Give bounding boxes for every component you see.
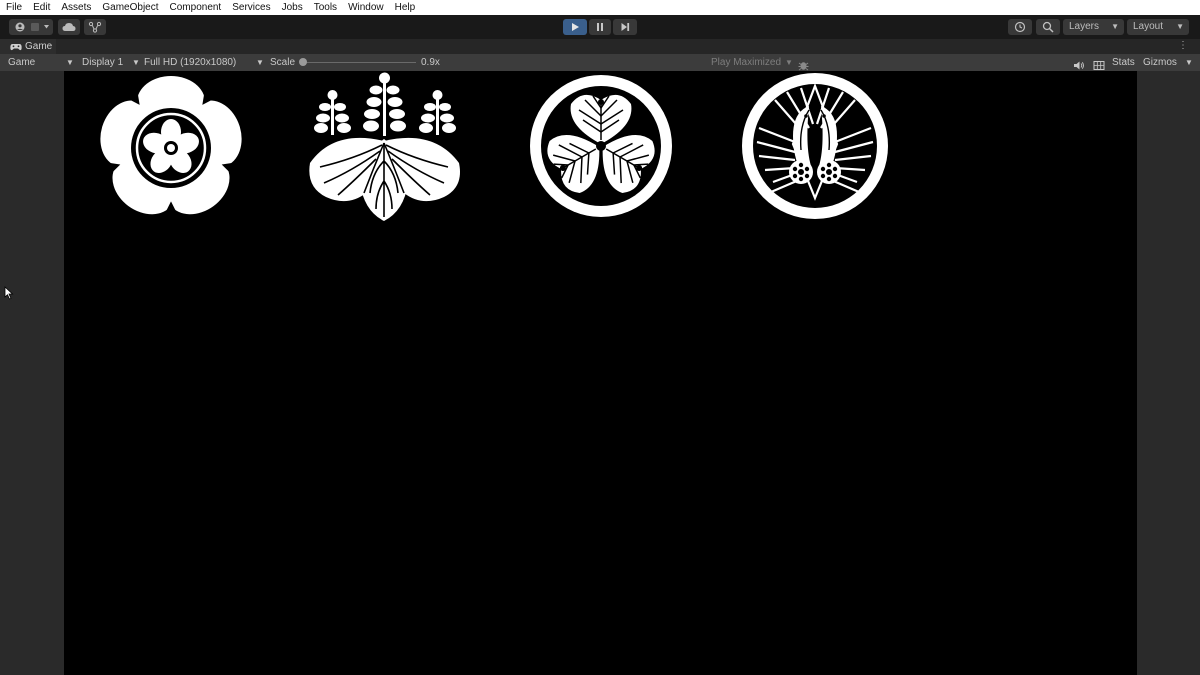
account-dropdown[interactable] bbox=[9, 19, 53, 35]
display-dropdown[interactable]: Display 1 ▼ bbox=[82, 54, 140, 71]
play-button[interactable] bbox=[563, 19, 587, 35]
menu-edit[interactable]: Edit bbox=[33, 0, 50, 15]
cloud-icon bbox=[62, 23, 76, 31]
viewport-right-margin bbox=[1137, 71, 1200, 675]
menu-gameobject[interactable]: GameObject bbox=[102, 0, 158, 15]
oda-mokko-crest bbox=[99, 76, 243, 221]
game-viewport[interactable] bbox=[64, 71, 1137, 675]
tokugawa-aoi-crest bbox=[530, 75, 672, 217]
account-icon bbox=[15, 22, 49, 32]
tab-game-label: Game bbox=[25, 41, 53, 52]
menu-file[interactable]: File bbox=[6, 0, 22, 15]
chevron-down-icon: ▼ bbox=[132, 58, 140, 67]
view-mode-dropdown[interactable]: Game ▼ bbox=[8, 54, 74, 71]
window-tab-strip: Game ⋮ bbox=[0, 39, 1200, 54]
view-mode-label: Game bbox=[8, 57, 36, 68]
search-icon bbox=[1042, 21, 1054, 33]
cloud-button[interactable] bbox=[58, 19, 80, 35]
toyotomi-kiri-crest bbox=[309, 72, 460, 221]
scale-slider-thumb[interactable] bbox=[299, 58, 307, 66]
gizmos-dropdown[interactable]: Gizmos ▼ bbox=[1143, 54, 1195, 71]
history-button[interactable] bbox=[1008, 19, 1032, 35]
mouse-cursor-icon bbox=[4, 286, 14, 300]
stats-button[interactable]: Stats bbox=[1112, 54, 1135, 71]
play-icon bbox=[572, 23, 579, 31]
menu-assets[interactable]: Assets bbox=[61, 0, 91, 15]
collab-button[interactable] bbox=[84, 19, 106, 35]
viewport-left-margin bbox=[0, 71, 64, 675]
unity-editor-window: File Edit Assets GameObject Component Se… bbox=[0, 0, 1200, 675]
scale-slider-track[interactable] bbox=[302, 62, 416, 63]
step-button[interactable] bbox=[613, 19, 637, 35]
gamepad-icon bbox=[10, 43, 22, 50]
chevron-down-icon: ▼ bbox=[66, 58, 74, 67]
chevron-down-icon: ▼ bbox=[1185, 58, 1193, 67]
layout-dropdown[interactable]: Layout ▼ bbox=[1127, 19, 1189, 35]
chevron-down-icon: ▼ bbox=[785, 58, 793, 67]
resolution-label: Full HD (1920x1080) bbox=[144, 57, 237, 68]
menu-jobs[interactable]: Jobs bbox=[282, 0, 303, 15]
menu-tools[interactable]: Tools bbox=[314, 0, 337, 15]
menu-bar: File Edit Assets GameObject Component Se… bbox=[0, 0, 1200, 15]
menu-services[interactable]: Services bbox=[232, 0, 270, 15]
layers-dropdown[interactable]: Layers ▼ bbox=[1063, 19, 1124, 35]
tab-game[interactable]: Game bbox=[0, 39, 56, 54]
search-button[interactable] bbox=[1036, 19, 1060, 35]
pause-icon bbox=[597, 23, 603, 31]
display-label: Display 1 bbox=[82, 57, 124, 68]
pause-button[interactable] bbox=[589, 19, 611, 35]
menu-component[interactable]: Component bbox=[170, 0, 222, 15]
scale-value: 0.9x bbox=[421, 57, 440, 68]
chevron-down-icon: ▼ bbox=[256, 58, 264, 67]
gizmos-label: Gizmos bbox=[1143, 57, 1177, 68]
game-view-toolbar: Game ▼ Display 1 ▼ Full HD (1920x1080) ▼… bbox=[0, 54, 1200, 71]
main-toolbar: Layers ▼ Layout ▼ bbox=[0, 15, 1200, 39]
menu-help[interactable]: Help bbox=[395, 0, 416, 15]
chevron-down-icon: ▼ bbox=[1111, 22, 1119, 31]
play-mode-label: Play Maximized bbox=[711, 57, 782, 68]
crane-crest bbox=[742, 73, 888, 219]
layers-label: Layers bbox=[1069, 21, 1100, 32]
history-icon bbox=[1014, 21, 1026, 33]
play-mode-dropdown[interactable]: Play Maximized ▼ bbox=[711, 54, 793, 71]
layout-label: Layout bbox=[1133, 21, 1164, 32]
step-icon bbox=[621, 23, 630, 31]
menu-window[interactable]: Window bbox=[348, 0, 384, 15]
scale-label: Scale bbox=[270, 57, 296, 68]
resolution-dropdown[interactable]: Full HD (1920x1080) ▼ bbox=[144, 54, 264, 71]
chevron-down-icon: ▼ bbox=[1176, 22, 1184, 31]
collab-icon bbox=[88, 21, 102, 33]
kebab-menu-icon[interactable]: ⋮ bbox=[1178, 40, 1188, 51]
